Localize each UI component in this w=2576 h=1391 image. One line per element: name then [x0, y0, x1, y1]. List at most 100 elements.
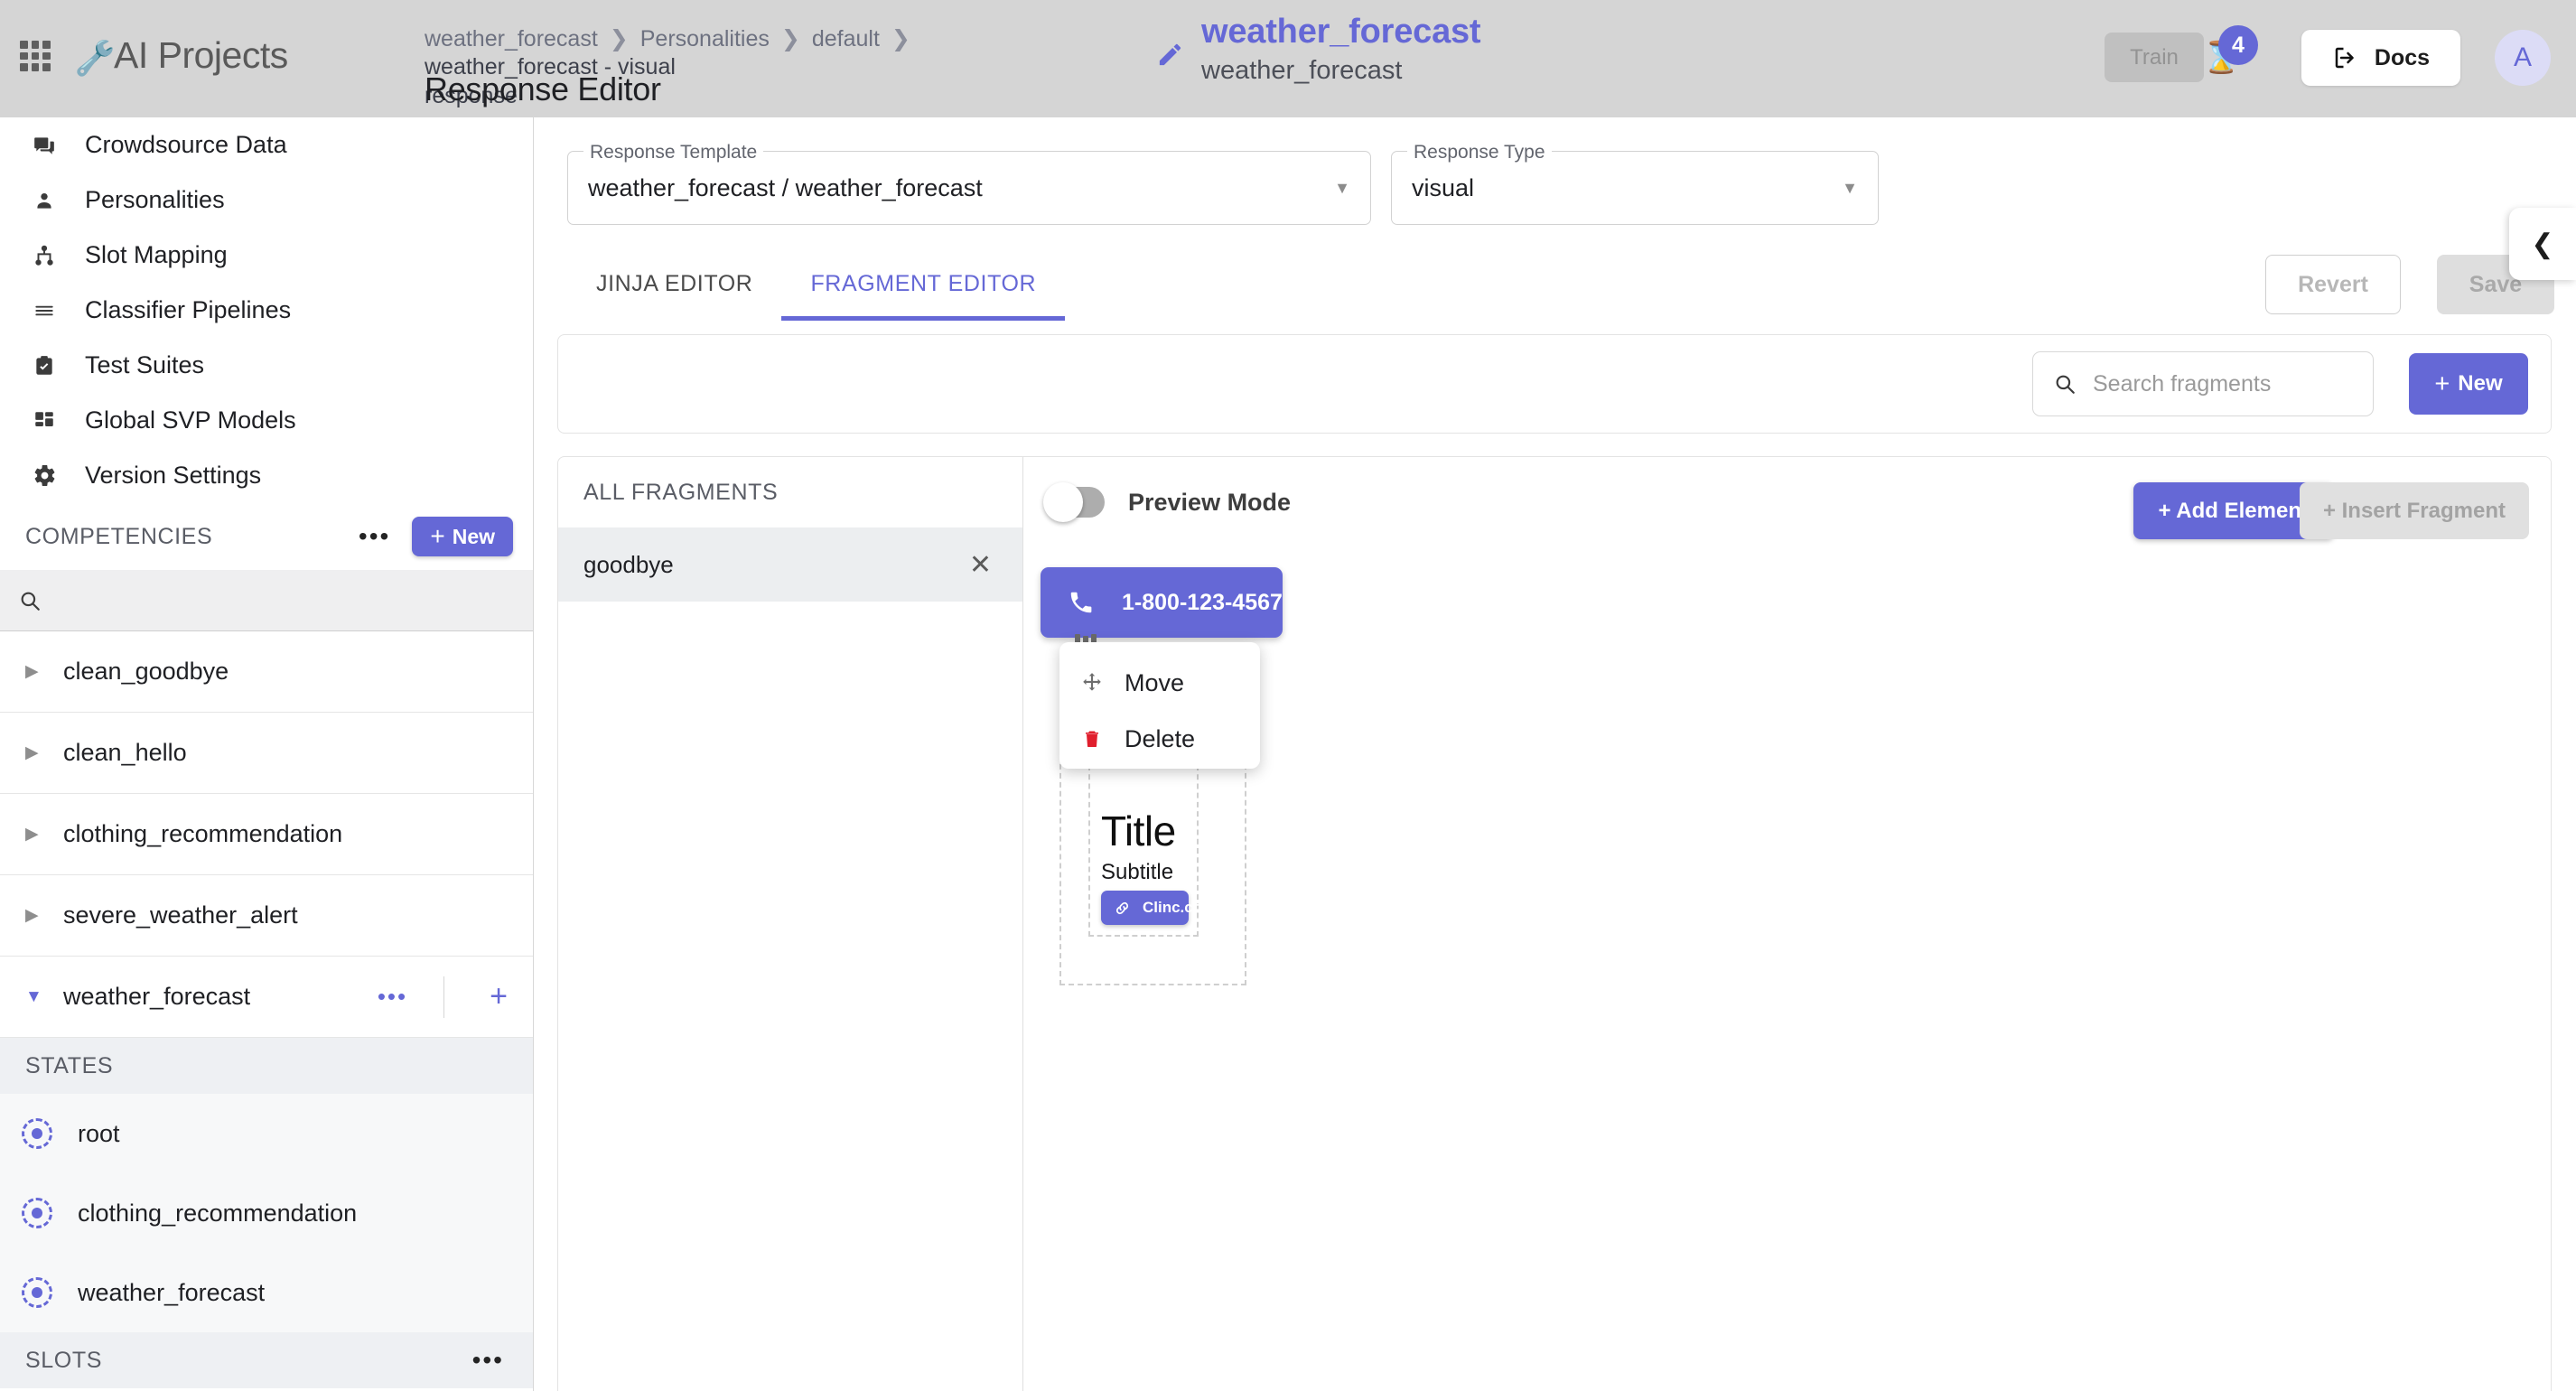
add-state-icon[interactable]: +	[464, 979, 533, 1014]
grid-apps-icon[interactable]	[20, 41, 51, 71]
new-competency-label: New	[452, 524, 495, 548]
divider	[443, 976, 445, 1018]
preview-mode-row: Preview Mode	[1043, 482, 1291, 522]
response-template-select[interactable]: Response Template weather_forecast / wea…	[567, 142, 1371, 225]
new-fragment-button[interactable]: + New	[2409, 353, 2528, 415]
competency-label: clean_hello	[63, 739, 187, 766]
competency-label: weather_forecast	[63, 983, 251, 1010]
fragment-search-card: Search fragments + New	[557, 334, 2552, 434]
more-horizontal-icon[interactable]: •••	[463, 1346, 513, 1375]
tab-jinja-editor[interactable]: JINJA EDITOR	[567, 256, 781, 313]
more-horizontal-icon[interactable]: •••	[350, 522, 399, 551]
revert-button[interactable]: Revert	[2265, 255, 2401, 314]
docs-button[interactable]: Docs	[2301, 30, 2460, 86]
top-bar: 🔧 AI Projects weather_forecast ❯ Persona…	[0, 0, 2576, 117]
sidebar-item-label: Version Settings	[85, 462, 262, 489]
account-tree-icon	[31, 244, 58, 267]
plus-icon: +	[430, 522, 445, 550]
assignment-turned-in-icon	[31, 354, 58, 378]
competency-row-clean-hello[interactable]: ▶ clean_hello	[0, 713, 533, 794]
trash-icon	[1079, 728, 1105, 750]
card-link-button[interactable]: Clinc.com	[1101, 891, 1216, 925]
breadcrumb-separator: ❯	[780, 26, 800, 51]
preview-mode-toggle[interactable]	[1043, 482, 1105, 522]
context-menu-item-move[interactable]: Move	[1059, 655, 1260, 711]
list-item[interactable]: goodbye ✕	[558, 527, 1022, 602]
search-icon	[18, 589, 42, 612]
context-menu-item-delete[interactable]: Delete	[1059, 711, 1260, 767]
sidebar: Crowdsource Data Personalities Slot Mapp…	[0, 117, 534, 1391]
train-button[interactable]: Train	[2105, 33, 2204, 82]
sidebar-item-personalities[interactable]: Personalities	[0, 173, 533, 228]
reorder-icon	[31, 299, 58, 322]
search-input-placeholder: Search fragments	[2093, 370, 2272, 397]
fragment-canvas: Preview Mode + Add Element + Insert Frag…	[1023, 457, 2551, 1391]
sidebar-item-classifier-pipelines[interactable]: Classifier Pipelines	[0, 283, 533, 338]
docs-button-label: Docs	[2374, 44, 2431, 70]
phone-element[interactable]: 1-800-123-4567	[1041, 567, 1283, 638]
search-icon	[2053, 372, 2077, 396]
chevron-left-icon[interactable]: ❮	[2509, 208, 2576, 280]
card-element[interactable]: Title Subtitle Clinc.com	[1088, 765, 1216, 937]
breadcrumb-separator: ❯	[891, 26, 910, 51]
context-menu-label: Delete	[1125, 724, 1196, 752]
avatar[interactable]: A	[2495, 30, 2551, 86]
sidebar-item-crowdsource-data[interactable]: Crowdsource Data	[0, 117, 533, 173]
response-type-legend: Response Type	[1407, 142, 1552, 163]
notifications-indicator[interactable]: ⌛ 4	[2202, 25, 2258, 79]
close-icon[interactable]: ✕	[969, 549, 992, 581]
state-node-icon	[22, 1118, 52, 1149]
editor-tabs: JINJA EDITOR FRAGMENT EDITOR	[567, 256, 1065, 321]
context-menu: Move Delete	[1059, 642, 1260, 769]
sidebar-item-slot-mapping[interactable]: Slot Mapping	[0, 228, 533, 283]
all-fragments-list: ALL FRAGMENTS goodbye ✕	[558, 457, 1023, 1391]
context-menu-label: Move	[1125, 668, 1185, 696]
competency-row-clean-goodbye[interactable]: ▶ clean_goodbye	[0, 631, 533, 713]
state-row-clothing-recommendation[interactable]: clothing_recommendation	[0, 1173, 533, 1253]
competencies-section-header: COMPETENCIES ••• + New	[0, 503, 533, 570]
sidebar-item-version-settings[interactable]: Version Settings	[0, 448, 533, 503]
state-node-icon	[22, 1198, 52, 1228]
card-outer-dropzone[interactable]: Title Subtitle Clinc.com	[1059, 737, 1246, 985]
response-type-value: visual	[1412, 173, 1475, 201]
state-row-root[interactable]: root	[0, 1094, 533, 1173]
app-root: 🔧 AI Projects weather_forecast ❯ Persona…	[0, 0, 2576, 1391]
pencil-icon[interactable]	[1156, 41, 1184, 69]
sidebar-item-global-svp-models[interactable]: Global SVP Models	[0, 393, 533, 448]
breadcrumb-item-0[interactable]: weather_forecast	[425, 25, 598, 53]
person-icon	[31, 189, 58, 212]
entity-subtitle: weather_forecast	[1201, 56, 1403, 85]
competency-row-weather-forecast[interactable]: ▼ weather_forecast ••• +	[0, 957, 533, 1038]
state-row-weather-forecast[interactable]: weather_forecast	[0, 1253, 533, 1332]
response-template-legend: Response Template	[583, 142, 764, 163]
insert-fragment-button[interactable]: + Insert Fragment	[2299, 482, 2529, 539]
card-link-label: Clinc.com	[1143, 899, 1217, 916]
tab-fragment-editor[interactable]: FRAGMENT EDITOR	[781, 256, 1065, 321]
breadcrumb-item-2[interactable]: default	[812, 25, 880, 53]
breadcrumb-item-1[interactable]: Personalities	[640, 25, 770, 53]
chevron-down-icon[interactable]: ▼	[25, 987, 43, 1007]
response-type-select[interactable]: Response Type visual ▼	[1391, 142, 1879, 225]
competency-label: severe_weather_alert	[63, 901, 298, 929]
chevron-right-icon[interactable]: ▶	[25, 824, 43, 845]
dashboard-icon	[31, 409, 58, 433]
chevron-right-icon[interactable]: ▶	[25, 661, 43, 682]
new-competency-button[interactable]: + New	[412, 517, 513, 556]
page-title: Response Editor	[425, 70, 661, 107]
sidebar-item-test-suites[interactable]: Test Suites	[0, 338, 533, 393]
chevron-right-icon[interactable]: ▶	[25, 742, 43, 763]
state-node-icon	[22, 1277, 52, 1308]
more-horizontal-icon[interactable]: •••	[378, 983, 424, 1011]
competency-row-severe-weather-alert[interactable]: ▶ severe_weather_alert	[0, 875, 533, 957]
notification-count-badge: 4	[2218, 25, 2258, 65]
slots-header-label: SLOTS	[25, 1347, 102, 1373]
search-input[interactable]: Search fragments	[2032, 351, 2374, 416]
phone-icon	[1068, 589, 1095, 616]
chevron-right-icon[interactable]: ▶	[25, 905, 43, 926]
state-label: clothing_recommendation	[78, 1199, 358, 1227]
fragment-label: goodbye	[583, 550, 674, 578]
main-content: Response Template weather_forecast / wea…	[534, 117, 2576, 1391]
state-label: root	[78, 1119, 120, 1147]
competency-search-input[interactable]	[0, 570, 533, 631]
competency-row-clothing-recommendation[interactable]: ▶ clothing_recommendation	[0, 794, 533, 875]
